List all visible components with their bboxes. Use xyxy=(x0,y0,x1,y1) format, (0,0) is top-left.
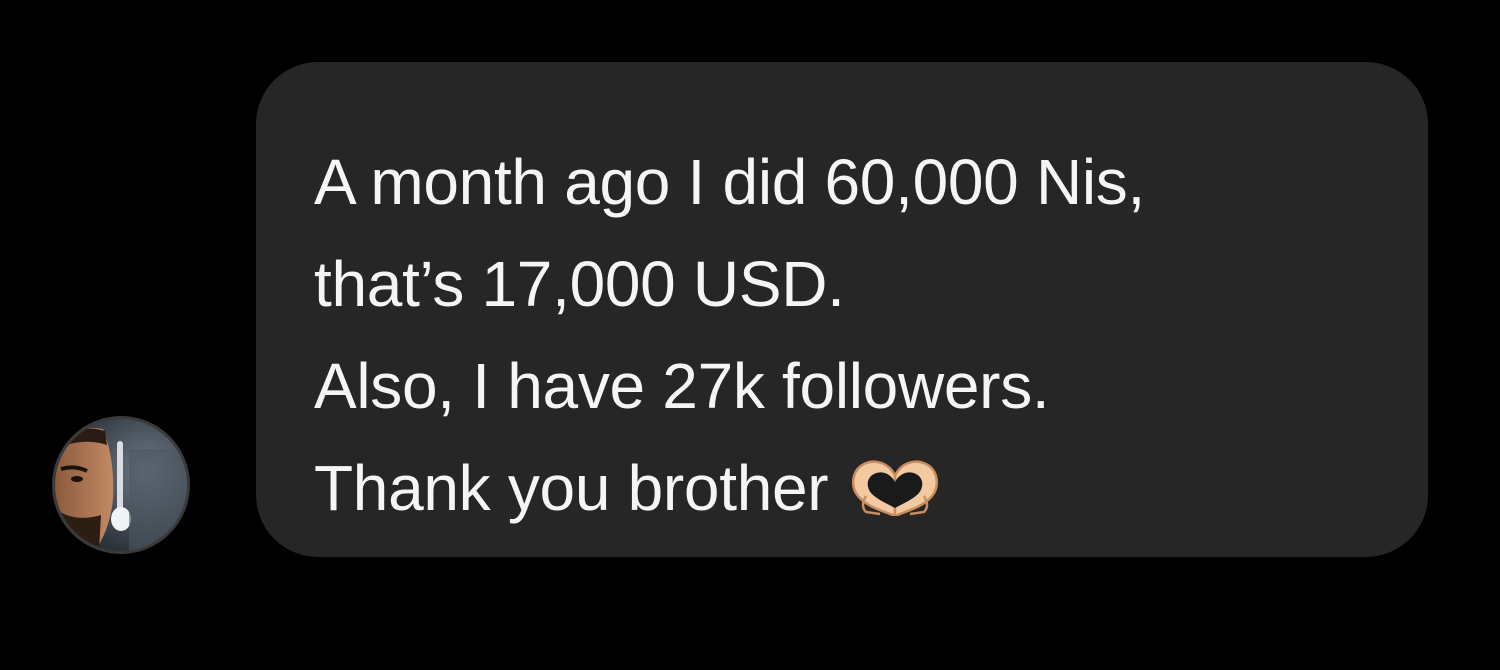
message-line-last: Thank you brother xyxy=(314,456,1388,520)
profile-photo-icon xyxy=(55,419,187,551)
message-line: that’s 17,000 USD. xyxy=(314,248,845,320)
message-line: Also, I have 27k followers. xyxy=(314,350,1050,422)
heart-hands-icon xyxy=(846,456,944,516)
sender-avatar[interactable] xyxy=(52,416,190,554)
message-bubble[interactable]: A month ago I did 60,000 Nis, that’s 17,… xyxy=(256,62,1428,557)
message-line: A month ago I did 60,000 Nis, xyxy=(314,146,1145,218)
message-line-text: Thank you brother xyxy=(314,452,829,524)
chat-thread: A month ago I did 60,000 Nis, that’s 17,… xyxy=(0,0,1500,670)
